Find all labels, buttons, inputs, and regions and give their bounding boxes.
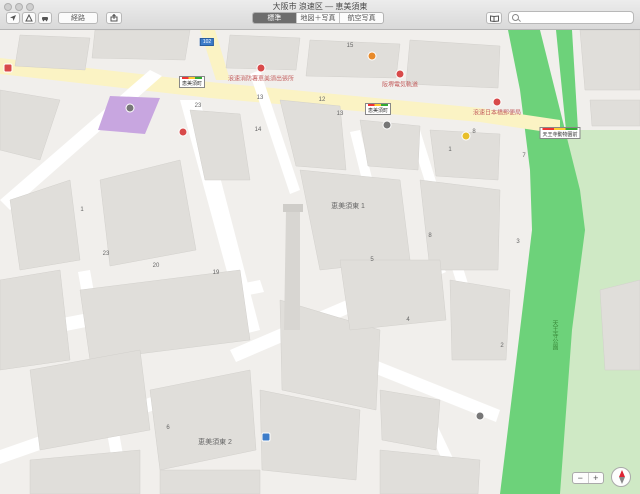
poi-marker-red-edge[interactable] <box>3 63 13 73</box>
zoom-control: − + <box>572 472 604 484</box>
atm-icon[interactable] <box>382 120 392 130</box>
location-arrow-icon <box>10 15 16 21</box>
poi-marker-yellow[interactable] <box>461 131 471 141</box>
gas-station-icon[interactable] <box>367 51 377 61</box>
block-number: 8 <box>428 233 432 239</box>
block-number: 7 <box>522 153 526 159</box>
block-number: 12 <box>318 97 326 103</box>
block-number: 1 <box>448 147 452 153</box>
station-ebisucho-a[interactable]: 恵美須町 <box>178 76 206 88</box>
poi-label-fire-station: 浪速消防署恵美須出張所 <box>227 76 295 83</box>
poi-marker-blue[interactable] <box>261 432 271 442</box>
area-label-ebisuhigashi-2: 恵美須東 2 <box>198 439 232 446</box>
zoom-in-button[interactable]: + <box>589 473 604 483</box>
block-number: 2 <box>500 343 504 349</box>
buildings-3d-icon <box>25 14 33 22</box>
block-number: 13 <box>256 95 264 101</box>
3d-view-button[interactable] <box>22 12 36 24</box>
block-number: 5 <box>370 257 374 263</box>
poi-marker-red-2[interactable] <box>395 69 405 79</box>
station-ebisucho-b[interactable]: 恵美須町 <box>364 103 392 115</box>
map-type-selector: 標準 地図＋写真 航空写真 <box>252 12 384 24</box>
maps-window: 大阪市 浪速区 — 恵美須東 経路 標準 地図＋写真 航空写真 102 恵美須町… <box>0 0 640 494</box>
block-number: 8 <box>472 129 476 135</box>
block-number: 1 <box>80 207 84 213</box>
block-number: 3 <box>516 239 520 245</box>
book-icon <box>489 14 499 22</box>
share-icon <box>110 14 118 22</box>
block-number: 6 <box>166 425 170 431</box>
tab-hybrid[interactable]: 地図＋写真 <box>297 13 341 23</box>
post-office-icon[interactable] <box>492 97 502 107</box>
station-tennoji-zoo[interactable]: 天王寺動物園前 <box>539 127 581 139</box>
share-button[interactable] <box>106 12 122 24</box>
search-field[interactable] <box>508 11 634 24</box>
compass-icon[interactable] <box>611 467 631 487</box>
block-number: 20 <box>152 263 160 269</box>
zoom-out-button[interactable]: − <box>573 473 589 483</box>
traffic-button[interactable] <box>38 12 52 24</box>
bookmarks-button[interactable] <box>486 12 502 24</box>
building-poi-icon[interactable] <box>475 411 485 421</box>
block-number: 23 <box>194 103 202 109</box>
fire-station-icon[interactable] <box>256 63 266 73</box>
purple-building-icon[interactable] <box>125 103 135 113</box>
block-number: 4 <box>406 317 410 323</box>
transit-line-icon <box>542 128 578 130</box>
search-input[interactable] <box>521 12 631 23</box>
toolbar: 大阪市 浪速区 — 恵美須東 経路 標準 地図＋写真 航空写真 <box>0 0 640 30</box>
block-number: 15 <box>346 43 354 49</box>
directions-button[interactable]: 経路 <box>58 12 98 24</box>
block-number: 14 <box>254 127 262 133</box>
car-icon <box>42 17 48 22</box>
transit-line-icon <box>181 77 203 79</box>
poi-label-post-office: 浪速日本橋郵便局 <box>472 110 522 117</box>
poi-marker-red-left[interactable] <box>178 127 188 137</box>
road-number-badge: 102 <box>199 38 215 46</box>
search-icon <box>512 14 519 21</box>
current-location-button[interactable] <box>6 12 20 24</box>
tab-satellite[interactable]: 航空写真 <box>340 13 383 23</box>
block-number: 13 <box>336 111 344 117</box>
block-number: 23 <box>102 251 110 257</box>
transit-line-icon <box>367 104 389 106</box>
park-label: 天王寺公園 <box>551 320 557 350</box>
tab-standard[interactable]: 標準 <box>253 13 297 23</box>
poi-label-red-2: 阪堺電気軌道 <box>381 82 419 89</box>
map-canvas[interactable]: 102 恵美須町 恵美須町 天王寺動物園前 浪速消防署恵美須出張所 阪堺電気軌道… <box>0 30 640 494</box>
block-number: 19 <box>212 270 220 276</box>
area-label-ebisuhigashi-1: 恵美須東 1 <box>331 203 365 210</box>
